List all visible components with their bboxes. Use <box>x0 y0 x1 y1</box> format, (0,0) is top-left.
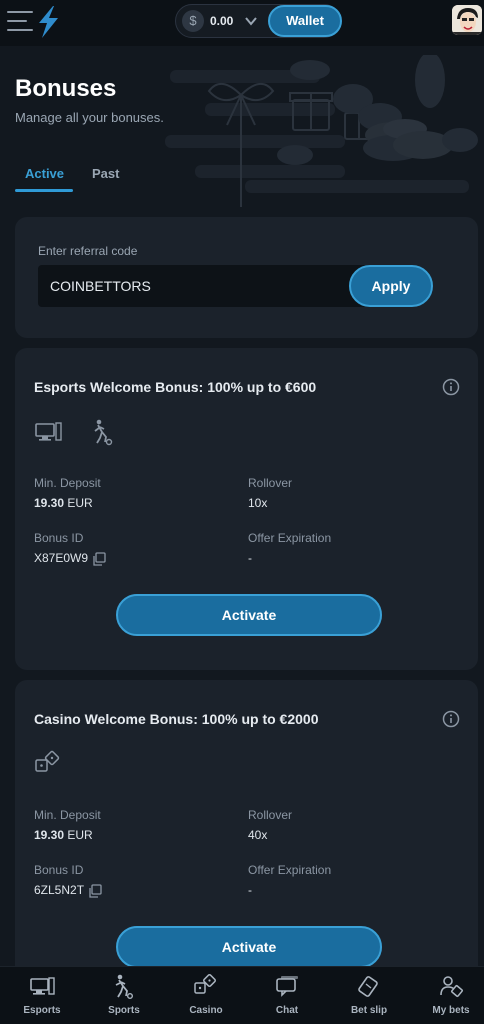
nav-item-esports[interactable]: Esports <box>2 967 82 1024</box>
nav-item-chat[interactable]: Chat <box>247 967 327 1024</box>
nav-label: My bets <box>432 1005 470 1016</box>
bonus-card: Casino Welcome Bonus: 100% up to €2000 M… <box>15 680 478 980</box>
esports-icon <box>35 422 62 441</box>
nav-label: Bet slip <box>350 1005 388 1016</box>
bonus-title: Esports Welcome Bonus: 100% up to €600 <box>34 379 317 395</box>
referral-label: Enter referral code <box>38 244 138 258</box>
tab-active[interactable]: Active <box>25 166 64 181</box>
page-subtitle: Manage all your bonuses. <box>15 110 164 125</box>
wallet-group: $ 0.00 Wallet <box>175 4 342 38</box>
avatar-face-icon <box>452 5 482 35</box>
apply-button[interactable]: Apply <box>349 265 433 307</box>
sports-icon <box>115 974 133 999</box>
nav-label: Chat <box>275 1005 299 1016</box>
bonus-id-value: 6ZL5N2T <box>34 883 102 898</box>
nav-item-bet-slip[interactable]: Bet slip <box>329 967 409 1024</box>
my-bets-icon <box>440 976 463 997</box>
nav-item-my-bets[interactable]: My bets <box>411 967 484 1024</box>
expiration-value: - <box>248 883 252 897</box>
min-deposit-value: 19.30 EUR <box>34 496 93 510</box>
info-icon[interactable] <box>442 378 460 396</box>
tab-past[interactable]: Past <box>92 166 119 181</box>
copy-icon[interactable] <box>92 552 106 566</box>
expiration-label: Offer Expiration <box>248 863 332 877</box>
bonus-id-label: Bonus ID <box>34 531 84 545</box>
balance-amount[interactable]: 0.00 <box>210 14 233 28</box>
avatar[interactable] <box>452 5 482 35</box>
info-icon[interactable] <box>442 710 460 728</box>
rollover-label: Rollover <box>248 476 293 490</box>
expiration-label: Offer Expiration <box>248 531 332 545</box>
active-tab-indicator <box>15 189 73 192</box>
min-deposit-label: Min. Deposit <box>34 808 101 822</box>
menu-icon[interactable] <box>6 8 34 34</box>
bonus-title: Casino Welcome Bonus: 100% up to €2000 <box>34 711 319 727</box>
nav-label: Esports <box>23 1005 61 1016</box>
referral-code-value[interactable]: COINBETTORS <box>50 278 151 294</box>
nav-label: Casino <box>189 1005 223 1016</box>
nav-label: Sports <box>108 1005 140 1016</box>
copy-icon[interactable] <box>88 884 102 898</box>
chevron-down-icon[interactable] <box>244 14 258 28</box>
casino-icon <box>194 974 216 994</box>
rollover-label: Rollover <box>248 808 293 822</box>
min-deposit-label: Min. Deposit <box>34 476 101 490</box>
page-title: Bonuses <box>15 75 117 102</box>
top-bar: $ 0.00 Wallet <box>0 0 484 46</box>
expiration-value: - <box>248 551 252 565</box>
sports-icon <box>94 419 113 446</box>
rollover-value: 10x <box>248 496 268 510</box>
nav-item-sports[interactable]: Sports <box>84 967 164 1024</box>
min-deposit-value: 19.30 EUR <box>34 828 93 842</box>
bonus-id-value: X87E0W9 <box>34 551 106 566</box>
referral-card: Enter referral code COINBETTORS Apply <box>15 217 478 338</box>
bet-slip-icon <box>358 976 378 997</box>
bonus-hero-illustration <box>165 55 478 207</box>
dollar-coin-icon: $ <box>182 10 204 32</box>
nav-item-casino[interactable]: Casino <box>166 967 246 1024</box>
activate-button[interactable]: Activate <box>116 594 382 636</box>
rollover-value: 40x <box>248 828 268 842</box>
bonus-id-label: Bonus ID <box>34 863 84 877</box>
esports-icon <box>30 977 55 995</box>
chat-icon <box>276 976 298 997</box>
bottom-nav: Esports Sports Casino Chat Bet slip My b… <box>0 966 484 1024</box>
bonus-card: Esports Welcome Bonus: 100% up to €600 M… <box>15 348 478 670</box>
casino-dice-icon <box>35 750 60 772</box>
activate-button[interactable]: Activate <box>116 926 382 968</box>
wallet-button[interactable]: Wallet <box>268 5 342 37</box>
lightning-logo-icon[interactable] <box>34 5 62 39</box>
